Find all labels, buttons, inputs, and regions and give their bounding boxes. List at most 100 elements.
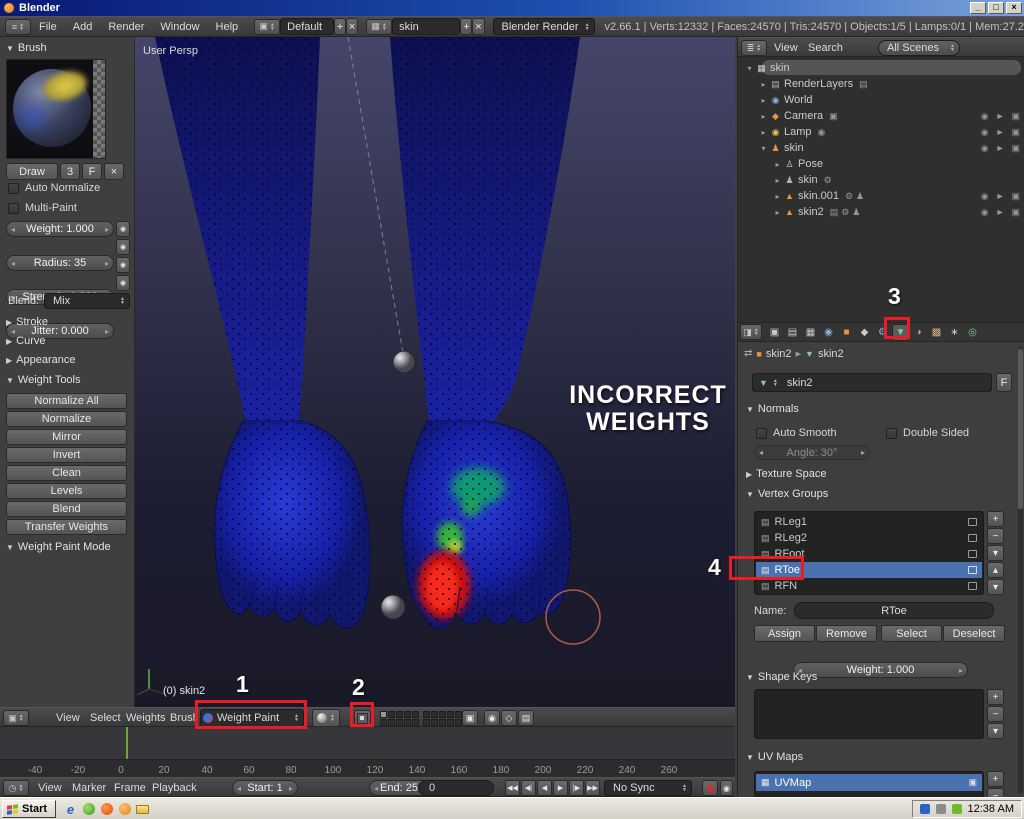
vertex-groups-list[interactable]: ▤ RLeg1 ▤ RLeg2 ▤ RFoot ▤ RToe ▤ RFN bbox=[754, 511, 984, 595]
shape-keys-list[interactable] bbox=[754, 689, 984, 739]
invert-button[interactable]: Invert bbox=[6, 447, 127, 463]
timeline-editor-icon[interactable]: ◷ bbox=[3, 780, 29, 796]
auto-normalize-row[interactable]: Auto Normalize bbox=[8, 182, 100, 194]
render-tab-icon[interactable]: ▣ bbox=[766, 324, 783, 341]
add-shapekey-button[interactable]: + bbox=[987, 689, 1004, 705]
levels-button[interactable]: Levels bbox=[6, 483, 127, 499]
vgroup-specials-button[interactable]: ▾ bbox=[987, 545, 1004, 561]
angle-slider[interactable]: Angle: 30° bbox=[754, 445, 870, 460]
scrollbar-thumb[interactable] bbox=[1018, 349, 1023, 509]
deselect-button[interactable]: Deselect bbox=[943, 625, 1005, 642]
restriction-toggles[interactable]: ◉ ► ▣ bbox=[981, 191, 1020, 202]
folder-icon[interactable] bbox=[134, 801, 151, 817]
uv-maps-panel-header[interactable]: ▼ UV Maps bbox=[746, 751, 803, 763]
strength-pressure-button[interactable]: ◉ bbox=[116, 257, 130, 273]
outliner-row-armature-data[interactable]: ▸ ♟ skin ⚙ bbox=[738, 172, 1024, 188]
disclosure-icon[interactable]: ▸ bbox=[772, 192, 783, 201]
viewport-canvas[interactable] bbox=[135, 37, 735, 707]
outliner-editor-icon[interactable]: ≣ bbox=[741, 40, 767, 56]
screen-layout-browse-icon[interactable]: ▣ bbox=[254, 18, 281, 35]
remove-shapekey-button[interactable]: − bbox=[987, 706, 1004, 722]
volume-icon[interactable] bbox=[935, 804, 946, 814]
mesh-name-field[interactable]: ▼ skin2 bbox=[752, 373, 992, 392]
current-frame-field[interactable]: 0 bbox=[418, 780, 494, 796]
info-editor-icon[interactable]: ≡ bbox=[5, 18, 31, 35]
outliner-row-armature[interactable]: ▾ ♟ skin ◉ ► ▣ bbox=[738, 140, 1024, 156]
radius-slider[interactable]: Radius: 35 bbox=[6, 255, 114, 271]
timeline-ruler[interactable]: -40 -20 0 20 40 60 80 100 120 140 160 18… bbox=[0, 759, 735, 777]
play-reverse-button[interactable]: ◀ bbox=[537, 780, 552, 796]
update-icon[interactable] bbox=[951, 804, 962, 814]
ie-icon[interactable]: e bbox=[62, 801, 79, 817]
shape-keys-panel-header[interactable]: ▼ Shape Keys bbox=[746, 671, 817, 683]
group-name-field[interactable]: RToe bbox=[794, 602, 994, 619]
add-scene-button[interactable]: + bbox=[460, 18, 473, 35]
weight-pressure-button[interactable]: ◉ bbox=[116, 221, 130, 237]
constraints-tab-icon[interactable]: ◆ bbox=[856, 324, 873, 341]
maximize-button[interactable]: □ bbox=[988, 2, 1004, 14]
normalize-all-button[interactable]: Normalize All bbox=[6, 393, 127, 409]
uv-maps-list[interactable]: ▦ UVMap ▣ bbox=[754, 771, 984, 797]
auto-smooth-checkbox[interactable] bbox=[756, 427, 767, 439]
brush-panel-header[interactable]: ▼ Brush bbox=[6, 42, 47, 54]
world-tab-icon[interactable]: ◉ bbox=[820, 324, 837, 341]
outliner-row-skin001[interactable]: ▸ ▲ skin.001 ⚙♟ ◉ ► ▣ bbox=[738, 188, 1024, 204]
vgroup-weight-slider[interactable]: Weight: 1.000 bbox=[793, 662, 968, 678]
vertex-groups-panel-header[interactable]: ▼ Vertex Groups bbox=[746, 488, 828, 500]
material-tab-icon[interactable]: ◑ bbox=[910, 324, 927, 341]
remove-button[interactable]: Remove bbox=[816, 625, 877, 642]
texture-space-panel-header[interactable]: ▶ Texture Space bbox=[746, 468, 826, 480]
snap-target-icon[interactable]: ◇ bbox=[501, 710, 517, 726]
delete-layout-button[interactable]: × bbox=[346, 18, 359, 35]
properties-editor-icon[interactable]: ◨ bbox=[740, 324, 762, 340]
menu-file[interactable]: File bbox=[31, 21, 65, 33]
menu-help[interactable]: Help bbox=[208, 21, 247, 33]
keying-set-icon[interactable]: ◉ bbox=[720, 780, 733, 796]
add-vgroup-button[interactable]: + bbox=[987, 511, 1004, 527]
lock-icon[interactable] bbox=[968, 566, 977, 574]
restriction-toggles[interactable]: ◉ ► ▣ bbox=[981, 127, 1020, 138]
start-frame-field[interactable]: Start: 1 bbox=[232, 780, 298, 796]
move-vgroup-up-button[interactable]: ▴ bbox=[987, 562, 1004, 578]
disclosure-icon[interactable]: ▸ bbox=[758, 128, 769, 137]
auto-smooth-row[interactable]: Auto Smooth bbox=[756, 427, 837, 439]
outliner-row-world[interactable]: ▸ ◉ World bbox=[738, 92, 1024, 108]
scene-field[interactable]: skin bbox=[392, 18, 461, 35]
close-button[interactable]: × bbox=[1006, 2, 1022, 14]
properties-scrollbar[interactable] bbox=[1018, 347, 1023, 793]
multi-paint-row[interactable]: Multi-Paint bbox=[8, 202, 77, 214]
disclosure-icon[interactable]: ▸ bbox=[772, 160, 783, 169]
vertex-group-row[interactable]: ▤ RLeg1 bbox=[756, 514, 982, 530]
menu-window[interactable]: Window bbox=[152, 21, 207, 33]
vertex-group-row[interactable]: ▤ RLeg2 bbox=[756, 530, 982, 546]
outliner-row-renderlayers[interactable]: ▸ ▤ RenderLayers ▤ bbox=[738, 76, 1024, 92]
outliner-row-scene[interactable]: ▾ ▦ skin bbox=[738, 60, 1024, 76]
brush-preview[interactable] bbox=[6, 59, 106, 159]
lock-icon[interactable] bbox=[968, 518, 977, 526]
remove-uvmap-button[interactable]: − bbox=[987, 788, 1004, 797]
vertex-group-row[interactable]: ▤ RFN bbox=[756, 578, 982, 594]
shapekey-specials-button[interactable]: ▾ bbox=[987, 723, 1004, 739]
blend-button[interactable]: Blend bbox=[6, 501, 127, 517]
breadcrumb-data[interactable]: skin2 bbox=[818, 348, 844, 360]
add-uvmap-button[interactable]: + bbox=[987, 771, 1004, 787]
layers-widget[interactable] bbox=[380, 711, 462, 726]
render-view-icon[interactable]: ▤ bbox=[518, 710, 534, 726]
menu-add[interactable]: Add bbox=[65, 21, 101, 33]
jump-to-end-button[interactable]: ▶▶ bbox=[585, 780, 600, 796]
minimize-button[interactable]: _ bbox=[970, 2, 986, 14]
draw-button[interactable]: Draw bbox=[6, 163, 58, 180]
clean-button[interactable]: Clean bbox=[6, 465, 127, 481]
weight-tools-panel-header[interactable]: ▼ Weight Tools bbox=[6, 374, 81, 386]
disclosure-icon[interactable]: ▸ bbox=[758, 112, 769, 121]
render-engine-dropdown[interactable]: Blender Render bbox=[492, 18, 595, 35]
double-sided-checkbox[interactable] bbox=[886, 427, 897, 439]
outliner-row-camera[interactable]: ▸ ◆ Camera ▣ ◉ ► ▣ bbox=[738, 108, 1024, 124]
radius-pressure-button[interactable]: ◉ bbox=[116, 239, 130, 255]
mirror-button[interactable]: Mirror bbox=[6, 429, 127, 445]
start-button[interactable]: Start bbox=[2, 800, 57, 818]
assign-button[interactable]: Assign bbox=[754, 625, 815, 642]
firefox-icon[interactable] bbox=[98, 801, 115, 817]
next-keyframe-button[interactable]: |▶ bbox=[569, 780, 584, 796]
weight-paint-mode-panel-header[interactable]: ▼ Weight Paint Mode bbox=[6, 541, 111, 553]
